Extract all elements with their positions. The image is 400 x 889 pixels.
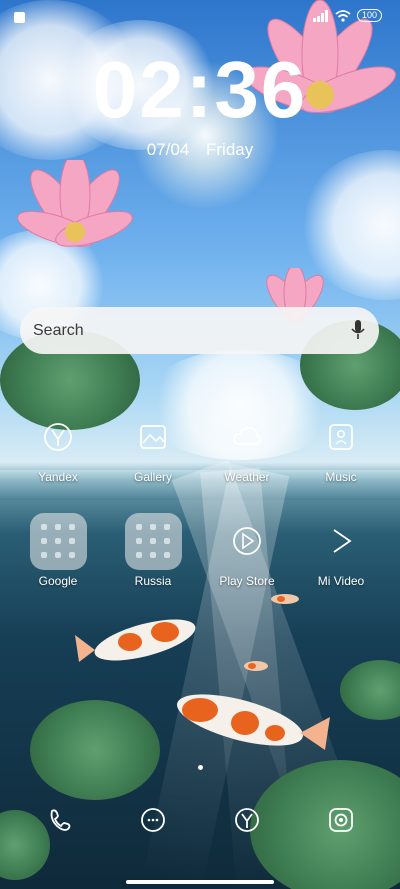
page-indicator xyxy=(0,757,400,775)
clock-time[interactable]: 02:36 xyxy=(0,42,400,138)
koi-fish xyxy=(271,594,299,604)
phone-icon[interactable] xyxy=(40,800,80,840)
microphone-icon[interactable] xyxy=(351,319,365,341)
app-label: Yandex xyxy=(38,470,78,484)
home-gesture-bar[interactable] xyxy=(126,880,274,884)
search-placeholder: Search xyxy=(33,321,84,339)
app-label: Gallery xyxy=(133,470,172,484)
lily-pad xyxy=(340,660,400,720)
weather-icon xyxy=(218,408,276,466)
lily-pad xyxy=(30,700,160,800)
play-store-icon xyxy=(218,512,276,570)
app-label: Mi Video xyxy=(317,574,365,588)
page-dot-active xyxy=(197,765,203,770)
search-bar[interactable]: Search xyxy=(20,307,379,354)
weekday-text: Friday xyxy=(206,140,254,159)
app-label: Weather xyxy=(224,470,270,484)
app-folder-google[interactable]: Google xyxy=(13,512,103,588)
status-icons: 100 xyxy=(312,9,382,22)
koi-fish xyxy=(75,619,196,662)
date-text: 07/04 xyxy=(146,140,190,159)
notification-icon xyxy=(14,12,25,23)
camera-icon[interactable] xyxy=(321,800,361,840)
app-music[interactable]: Music xyxy=(296,408,386,484)
app-folder-russia[interactable]: Russia xyxy=(108,512,198,588)
messages-icon[interactable] xyxy=(133,800,173,840)
folder-icon xyxy=(124,512,182,570)
app-label: Google xyxy=(38,574,78,588)
gallery-icon xyxy=(124,408,182,466)
music-icon xyxy=(312,408,370,466)
app-label: Russia xyxy=(134,574,172,588)
status-bar: 100 xyxy=(0,0,400,34)
yandex-browser-icon[interactable] xyxy=(227,800,267,840)
lotus-flower xyxy=(17,160,133,247)
signal-icon xyxy=(312,9,328,22)
wifi-icon xyxy=(335,9,351,22)
mi-video-icon xyxy=(312,512,370,570)
clock-date[interactable]: 07/04 Friday xyxy=(0,140,400,160)
folder-icon xyxy=(29,512,87,570)
app-yandex[interactable]: Yandex xyxy=(13,408,103,484)
koi-fish xyxy=(244,661,268,671)
koi-fish xyxy=(177,694,330,750)
app-gallery[interactable]: Gallery xyxy=(108,408,198,484)
app-label: Music xyxy=(325,470,357,484)
battery-indicator: 100 xyxy=(356,9,382,22)
app-mi-video[interactable]: Mi Video xyxy=(296,512,386,588)
app-weather[interactable]: Weather xyxy=(202,408,292,484)
app-play-store[interactable]: Play Store xyxy=(202,512,292,588)
app-label: Play Store xyxy=(219,574,275,588)
yandex-icon xyxy=(29,408,87,466)
